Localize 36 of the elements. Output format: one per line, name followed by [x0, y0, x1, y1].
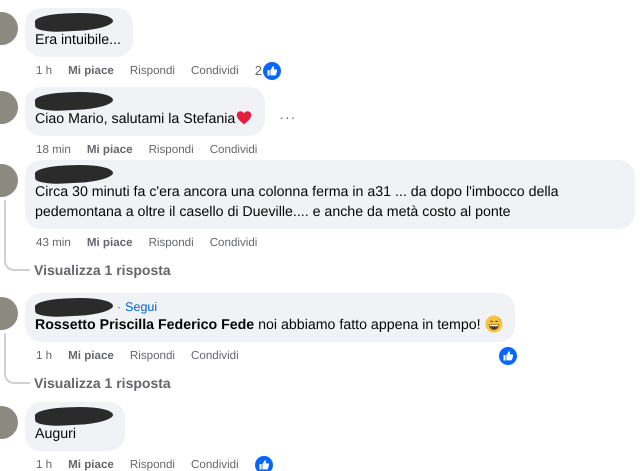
reaction-count: 2 [254, 62, 262, 80]
like-link[interactable]: Mi piace [68, 62, 114, 80]
share-link[interactable]: Condividi [191, 62, 239, 80]
like-link[interactable]: Mi piace [86, 141, 133, 159]
reply-link[interactable]: Rispondi [148, 141, 194, 159]
reply-link[interactable]: Rispondi [130, 456, 175, 471]
comment-text: Ciao Mario, salutami la Stefania [35, 109, 254, 129]
share-link[interactable]: Condividi [191, 456, 239, 471]
view-replies-link[interactable]: Visualizza 1 risposta [34, 260, 643, 281]
comment-time[interactable]: 1 h [36, 62, 52, 80]
share-link[interactable]: Condividi [210, 234, 258, 252]
follow-link[interactable]: Segui [125, 299, 158, 315]
reply-link[interactable]: Rispondi [130, 347, 175, 365]
share-link[interactable]: Condividi [191, 347, 239, 365]
heart-icon [235, 110, 254, 126]
comment-time[interactable]: 43 min [36, 234, 71, 252]
like-icon [262, 62, 281, 80]
share-link[interactable]: Condividi [210, 141, 258, 159]
comment-text: Rossetto Priscilla Federico Fede noi abbiamo fatto appena in tempo! [35, 315, 503, 335]
view-replies-link[interactable]: Visualizza 1 risposta [34, 373, 643, 394]
comment-text: Auguri [35, 425, 78, 444]
separator: · [117, 299, 122, 315]
more-options-button[interactable]: ··· [279, 107, 296, 128]
like-link[interactable]: Mi piace [68, 456, 114, 471]
comment-text: Era intuibile... [35, 31, 121, 50]
comment-time[interactable]: 18 min [36, 141, 71, 159]
like-link[interactable]: Mi piace [68, 347, 114, 365]
reply-link[interactable]: Rispondi [130, 62, 175, 80]
comment-text: Circa 30 minuti fa c'era ancora una colonna ferma in a31 ... da dopo l'imbocco della pedemontana a oltre il casello di Dueville.... e anche da metà costo al ponte [35, 183, 560, 222]
comment-time[interactable]: 1 h [36, 456, 52, 471]
like-icon [254, 456, 273, 471]
grinning-emoji-icon [484, 315, 503, 333]
like-link[interactable]: Mi piace [86, 234, 133, 252]
comment-time[interactable]: 1 h [36, 347, 52, 365]
reply-link[interactable]: Rispondi [148, 234, 194, 252]
like-icon [498, 347, 517, 365]
